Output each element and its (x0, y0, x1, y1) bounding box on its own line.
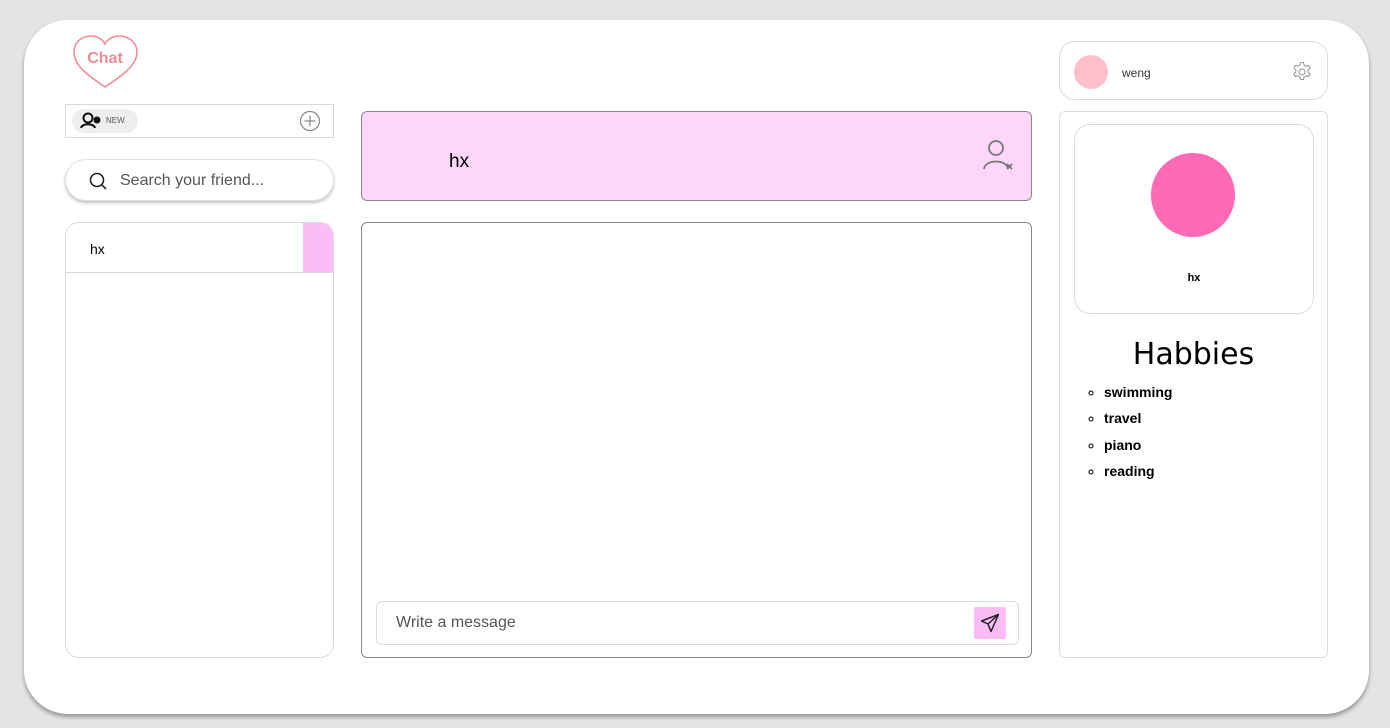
hobby-item: swimming (1104, 384, 1172, 410)
remove-user-icon[interactable] (982, 138, 1014, 172)
profile-card: hx (1074, 124, 1314, 314)
avatar (1074, 55, 1108, 89)
gear-icon[interactable] (1291, 61, 1313, 83)
send-button[interactable] (974, 607, 1006, 639)
hobbies-list: swimming travel piano reading (1104, 384, 1172, 489)
search-box[interactable] (65, 159, 334, 201)
new-friend-label: NEW (106, 116, 125, 125)
user-name: weng (1122, 66, 1151, 80)
hobbies-title: Habbies (1132, 337, 1255, 372)
hobby-item: reading (1104, 463, 1172, 489)
add-button[interactable] (299, 110, 321, 132)
hobby-item: travel (1104, 410, 1172, 436)
plus-circle-icon (299, 110, 321, 132)
message-composer (376, 601, 1019, 645)
friend-name: hx (90, 241, 105, 257)
chat-partner-name: hx (449, 151, 470, 172)
add-user-icon (80, 112, 101, 129)
search-input[interactable] (120, 169, 320, 193)
send-icon (980, 613, 1000, 633)
hobby-item: piano (1104, 437, 1172, 463)
profile-name: hx (1187, 272, 1201, 284)
chat-header: hx (361, 111, 1032, 201)
logo-text: Chat (87, 50, 123, 67)
current-user-card: weng (1059, 41, 1328, 100)
friend-active-indicator (303, 223, 333, 272)
search-icon (89, 172, 107, 190)
chat-logo: Chat (72, 34, 140, 90)
friends-list: hx (65, 222, 334, 658)
message-input[interactable] (396, 612, 956, 634)
new-friend-bar: NEW (65, 104, 334, 138)
friend-list-item[interactable]: hx (66, 223, 333, 273)
new-friend-button[interactable]: NEW (72, 109, 138, 133)
profile-panel: hx Habbies swimming travel piano reading (1059, 111, 1328, 658)
messages-panel (361, 222, 1032, 658)
profile-avatar (1151, 153, 1235, 237)
